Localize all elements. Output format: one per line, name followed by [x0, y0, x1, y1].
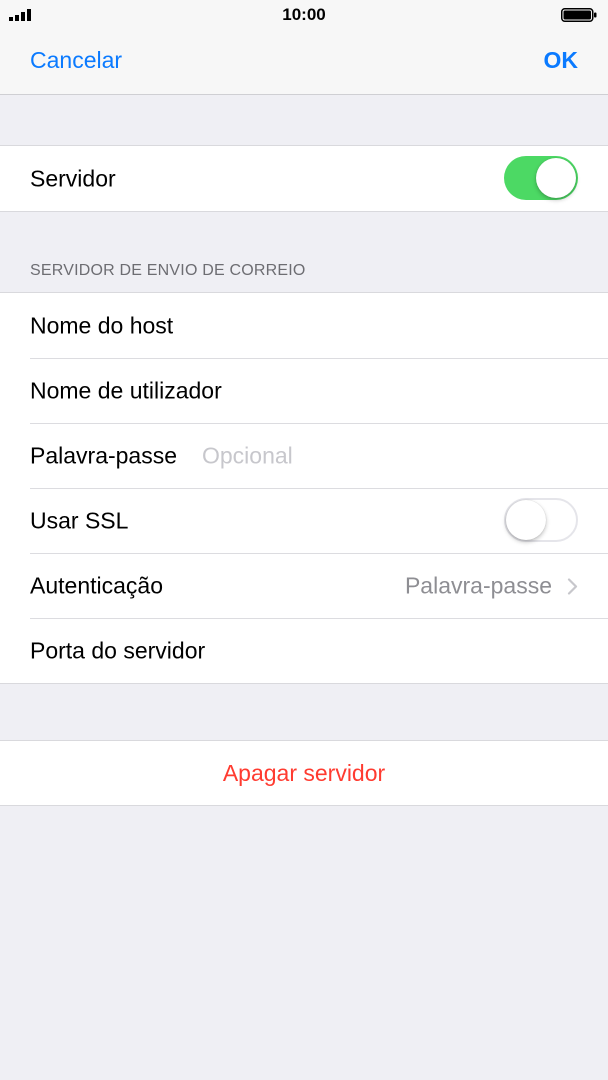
ok-button[interactable]: OK	[544, 47, 579, 74]
password-row[interactable]: Palavra-passe Opcional	[0, 423, 608, 488]
delete-server-button[interactable]: Apagar servidor	[0, 741, 608, 805]
server-group: Servidor	[0, 145, 608, 212]
server-port-row[interactable]: Porta do servidor	[0, 618, 608, 683]
ssl-toggle[interactable]	[504, 497, 578, 542]
authentication-row[interactable]: Autenticação Palavra-passe	[0, 553, 608, 618]
host-label: Nome do host	[30, 312, 174, 338]
server-port-label: Porta do servidor	[30, 637, 206, 663]
password-label: Palavra-passe	[30, 442, 178, 468]
authentication-label: Autenticação	[30, 572, 163, 598]
password-field[interactable]: Opcional	[202, 442, 293, 469]
status-bar: 10:00	[0, 0, 608, 30]
ssl-row: Usar SSL	[0, 488, 608, 553]
toggle-knob	[536, 157, 576, 198]
cancel-button[interactable]: Cancelar	[30, 47, 122, 74]
delete-group: Apagar servidor	[0, 740, 608, 806]
section-header: SERVIDOR DE ENVIO DE CORREIO	[30, 262, 306, 279]
username-label: Nome de utilizador	[30, 377, 222, 403]
server-toggle[interactable]	[504, 155, 578, 200]
server-row: Servidor	[0, 146, 608, 211]
authentication-value: Palavra-passe	[404, 572, 552, 598]
toggle-knob	[506, 499, 546, 540]
chevron-right-icon	[567, 577, 578, 595]
host-row[interactable]: Nome do host	[0, 293, 608, 358]
server-label: Servidor	[30, 165, 116, 191]
username-row[interactable]: Nome de utilizador	[0, 358, 608, 423]
outgoing-server-group: Nome do host Nome de utilizador Palavra-…	[0, 292, 608, 684]
ssl-label: Usar SSL	[30, 507, 129, 533]
status-time: 10:00	[282, 5, 326, 24]
battery-icon	[561, 8, 597, 22]
navigation-bar: Cancelar OK	[0, 30, 608, 95]
